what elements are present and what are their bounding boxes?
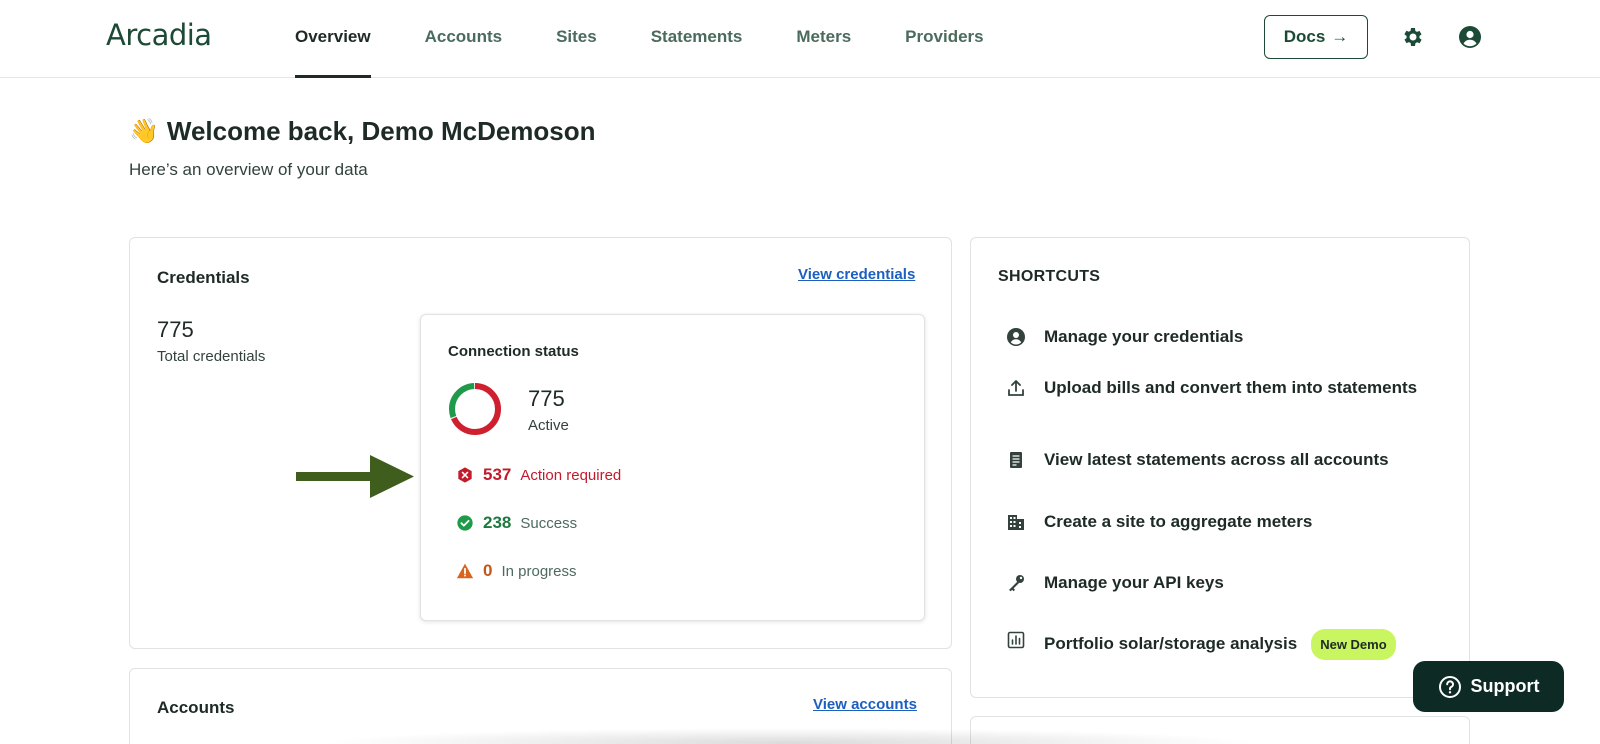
shortcut-label: Portfolio solar/storage analysis New Demo bbox=[1044, 629, 1424, 660]
status-row-success[interactable]: 238 Success bbox=[456, 513, 577, 533]
total-credentials-label: Total credentials bbox=[157, 348, 266, 365]
arrow-right-icon: → bbox=[1331, 27, 1349, 46]
connection-status-panel: Connection status 775 Active 537 Action … bbox=[420, 314, 925, 621]
in-progress-count: 0 bbox=[483, 561, 493, 580]
gear-icon[interactable] bbox=[1401, 25, 1425, 49]
chart-icon bbox=[1007, 631, 1025, 649]
credentials-card: Credentials View credentials 775 Total c… bbox=[129, 237, 952, 649]
view-accounts-link[interactable]: View accounts bbox=[813, 696, 917, 713]
check-circle-icon bbox=[457, 515, 473, 531]
user-circle-icon bbox=[1007, 328, 1025, 346]
new-demo-badge: New Demo bbox=[1311, 629, 1396, 660]
accounts-title: Accounts bbox=[157, 698, 235, 717]
nav-sites[interactable]: Sites bbox=[556, 0, 597, 78]
warning-triangle-icon bbox=[456, 563, 474, 579]
shortcut-create-site[interactable]: Create a site to aggregate meters bbox=[1006, 511, 1424, 532]
document-icon bbox=[1010, 452, 1022, 468]
in-progress-label: In progress bbox=[501, 562, 577, 580]
shortcut-label: Manage your API keys bbox=[1044, 573, 1224, 592]
active-label: Active bbox=[528, 417, 569, 434]
help-circle-icon bbox=[1438, 675, 1461, 698]
page-title: 👋 Welcome back, Demo McDemoson bbox=[129, 116, 596, 147]
shortcut-manage-credentials[interactable]: Manage your credentials bbox=[1006, 326, 1424, 347]
support-button[interactable]: Support bbox=[1413, 661, 1564, 712]
action-required-count: 537 bbox=[483, 465, 512, 484]
annotation-arrow-icon bbox=[296, 455, 414, 498]
shortcut-label: Create a site to aggregate meters bbox=[1044, 512, 1313, 531]
nav-statements[interactable]: Statements bbox=[651, 0, 743, 78]
shortcut-upload-bills[interactable]: Upload bills and convert them into state… bbox=[1006, 377, 1424, 398]
scroll-shadow bbox=[320, 728, 1260, 744]
shortcut-api-keys[interactable]: Manage your API keys bbox=[1006, 572, 1424, 593]
key-icon bbox=[1009, 575, 1024, 592]
action-required-label: Action required bbox=[520, 466, 622, 484]
shortcuts-card: SHORTCUTS Manage your credentials Upload… bbox=[970, 237, 1470, 698]
waving-hand-icon: 👋 bbox=[129, 118, 159, 145]
success-count: 238 bbox=[483, 513, 512, 532]
connection-status-title: Connection status bbox=[448, 343, 579, 360]
welcome-text: Welcome back, Demo McDemoson bbox=[166, 116, 596, 146]
connection-status-donut bbox=[449, 383, 501, 435]
status-row-action-required[interactable]: 537 Action required bbox=[456, 465, 621, 485]
upload-icon bbox=[1008, 380, 1024, 396]
page-subtitle: Here’s an overview of your data bbox=[129, 160, 368, 179]
nav-overview[interactable]: Overview bbox=[295, 0, 371, 78]
top-navigation-bar: Arcadia Overview Accounts Sites Statemen… bbox=[0, 0, 1600, 78]
support-label: Support bbox=[1470, 676, 1540, 696]
nav-providers[interactable]: Providers bbox=[905, 0, 983, 78]
shortcut-portfolio-analysis[interactable]: Portfolio solar/storage analysis New Demo bbox=[1006, 629, 1424, 660]
total-credentials-count: 775 bbox=[157, 317, 194, 342]
main-nav: Overview Accounts Sites Statements Meter… bbox=[295, 0, 1038, 78]
nav-meters[interactable]: Meters bbox=[796, 0, 851, 78]
shortcut-label: Upload bills and convert them into state… bbox=[1044, 378, 1418, 397]
building-icon bbox=[1008, 515, 1024, 530]
error-hexagon-icon bbox=[458, 467, 472, 483]
status-row-in-progress[interactable]: 0 In progress bbox=[456, 561, 577, 581]
shortcuts-title: SHORTCUTS bbox=[998, 268, 1101, 285]
arcadia-logo[interactable]: Arcadia bbox=[106, 18, 212, 52]
view-credentials-link[interactable]: View credentials bbox=[798, 266, 915, 283]
success-label: Success bbox=[520, 514, 578, 532]
active-count: 775 bbox=[528, 386, 565, 411]
shortcut-label: Manage your credentials bbox=[1044, 327, 1244, 346]
docs-label: Docs bbox=[1283, 27, 1326, 46]
docs-button[interactable]: Docs → bbox=[1264, 15, 1368, 59]
nav-accounts[interactable]: Accounts bbox=[425, 0, 502, 78]
credentials-title: Credentials bbox=[157, 268, 250, 287]
shortcut-label: View latest statements across all accoun… bbox=[1044, 450, 1389, 469]
user-circle-icon[interactable] bbox=[1458, 25, 1482, 49]
shortcut-view-statements[interactable]: View latest statements across all accoun… bbox=[1006, 449, 1424, 470]
